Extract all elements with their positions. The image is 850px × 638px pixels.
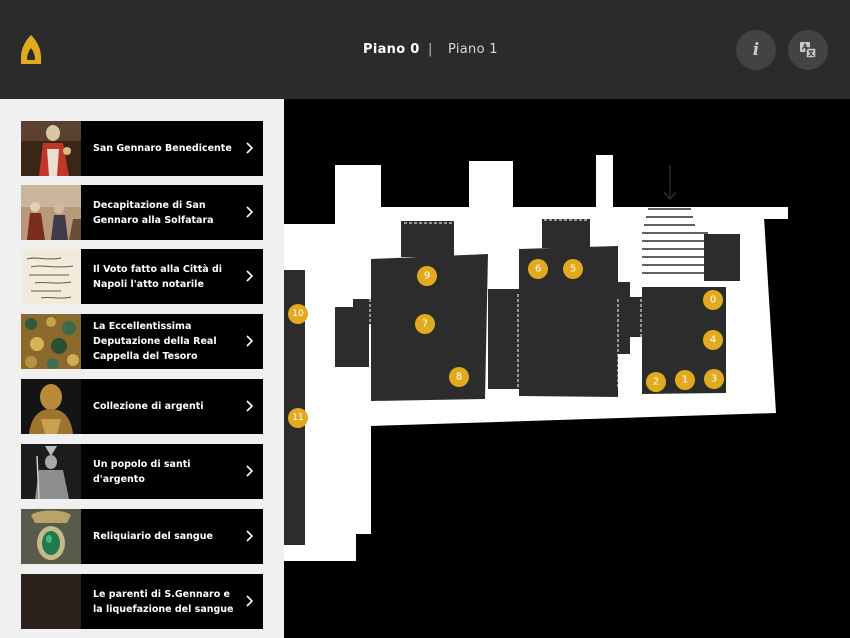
- map-pin[interactable]: 7: [415, 314, 435, 334]
- info-icon: i: [752, 40, 760, 60]
- chevron-right-icon: [246, 530, 253, 542]
- map-pin-label: 10: [292, 309, 304, 319]
- artwork-thumbnail: [21, 444, 81, 499]
- list-item-title: Il Voto fatto alla Città di Napoli l'att…: [93, 263, 223, 290]
- list-item-title: Le parenti di S.Gennaro e la liquefazion…: [93, 588, 234, 615]
- map-pin[interactable]: 8: [449, 367, 469, 387]
- entrance-arrow-icon: [663, 165, 677, 201]
- map-pin[interactable]: 6: [528, 259, 548, 279]
- map-pin-label: 6: [535, 264, 541, 275]
- map-pin[interactable]: 10: [288, 304, 308, 324]
- chevron-right-icon: [246, 270, 253, 282]
- artwork-thumbnail: [21, 379, 81, 434]
- chevron-right-icon: [246, 142, 253, 154]
- list-item[interactable]: Un popolo di santi d'argento: [21, 444, 263, 499]
- chevron-right-icon: [246, 335, 253, 347]
- artwork-thumbnail: [21, 314, 81, 369]
- artwork-thumbnail: [21, 249, 81, 304]
- list-item-title: Collezione di argenti: [93, 401, 204, 412]
- chevron-right-icon: [246, 206, 253, 218]
- list-item[interactable]: San Gennaro Benedicente: [21, 121, 263, 176]
- map-pin-label: 8: [456, 372, 462, 383]
- list-item[interactable]: Collezione di argenti: [21, 379, 263, 434]
- list-item-title: Reliquiario del sangue: [93, 531, 213, 542]
- artwork-thumbnail: [21, 509, 81, 564]
- artwork-list: San Gennaro Benedicente Decapitazione di…: [0, 99, 284, 638]
- artwork-thumbnail: [21, 574, 81, 629]
- list-item-title: Decapitazione di San Gennaro alla Solfat…: [93, 199, 214, 226]
- map-pin[interactable]: 2: [646, 372, 666, 392]
- list-item-title: San Gennaro Benedicente: [93, 143, 232, 154]
- list-item[interactable]: Il Voto fatto alla Città di Napoli l'att…: [21, 249, 263, 304]
- floor-separator: |: [428, 42, 433, 57]
- list-item-title: La Eccellentissima Deputazione della Rea…: [93, 321, 217, 362]
- info-button[interactable]: i: [736, 30, 776, 70]
- artwork-thumbnail: [21, 185, 81, 240]
- map-pin-label: 4: [710, 335, 716, 346]
- list-item-title: Un popolo di santi d'argento: [93, 458, 191, 485]
- map-pin-label: 11: [292, 413, 303, 423]
- map-pin-label: 9: [424, 271, 430, 282]
- chevron-right-icon: [246, 595, 253, 607]
- artwork-thumbnail: [21, 121, 81, 176]
- translate-icon: [800, 42, 817, 59]
- map-pin[interactable]: 5: [563, 259, 583, 279]
- map-pin-label: 5: [570, 264, 576, 275]
- floor-tab-piano-1[interactable]: Piano 1: [448, 42, 498, 57]
- list-item[interactable]: Reliquiario del sangue: [21, 509, 263, 564]
- chevron-right-icon: [246, 465, 253, 477]
- map-pin-label: 0: [710, 295, 716, 306]
- map-pin-label: 7: [422, 319, 428, 330]
- map-pin-label: 1: [682, 375, 688, 386]
- map-pin[interactable]: 11: [288, 408, 308, 428]
- floor-tab-piano-0[interactable]: Piano 0: [363, 42, 420, 57]
- map-pin-label: 2: [653, 377, 659, 388]
- list-item[interactable]: Decapitazione di San Gennaro alla Solfat…: [21, 185, 263, 240]
- map-pin[interactable]: 3: [704, 369, 724, 389]
- list-item[interactable]: Le parenti di S.Gennaro e la liquefazion…: [21, 574, 263, 629]
- chevron-right-icon: [246, 400, 253, 412]
- floor-selector: Piano 0 | Piano 1: [0, 42, 850, 60]
- map-pin[interactable]: 9: [417, 266, 437, 286]
- floor-map: 0 1 2 3 4 5 6 7 8 9 10 11: [284, 155, 788, 561]
- list-item[interactable]: La Eccellentissima Deputazione della Rea…: [21, 314, 263, 369]
- map-pin[interactable]: 4: [703, 330, 723, 350]
- map-pin-label: 3: [711, 374, 717, 385]
- map-pin[interactable]: 1: [675, 370, 695, 390]
- top-bar: Piano 0 | Piano 1 i: [0, 0, 850, 99]
- language-button[interactable]: [788, 30, 828, 70]
- map-pin[interactable]: 0: [703, 290, 723, 310]
